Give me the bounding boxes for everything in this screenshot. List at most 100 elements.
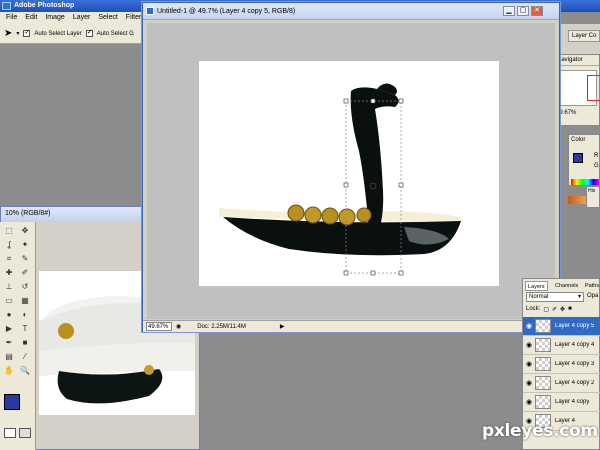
type-tool-icon[interactable]: T <box>18 323 32 335</box>
auto-select-layer-checkbox[interactable] <box>23 28 31 37</box>
menu-image[interactable]: Image <box>41 12 68 24</box>
eye-icon[interactable]: ◉ <box>523 341 535 349</box>
layer-name: Layer 4 copy 5 <box>555 323 595 329</box>
color-tab[interactable]: Color <box>569 135 599 145</box>
document-status-bar: 49.67% ◉ Doc: 2.25M/11.4M ▶ <box>143 320 559 332</box>
layers-tab[interactable]: Layers <box>525 281 548 291</box>
paths-tab[interactable]: Paths <box>583 281 600 291</box>
layer-thumbnail <box>535 338 551 352</box>
eye-icon[interactable]: ◉ <box>523 322 535 330</box>
document-titlebar[interactable]: Untitled-1 @ 49.7% (Layer 4 copy 5, RGB/… <box>143 3 559 20</box>
lock-transparent-icon[interactable]: ▢ <box>543 306 549 313</box>
zoom-tool-icon[interactable]: 🔍 <box>18 365 32 377</box>
magic-wand-tool-icon[interactable]: ✦ <box>18 239 32 251</box>
color-panel: Color R G <box>568 134 600 186</box>
pen-tool-icon[interactable]: ✒ <box>2 337 16 349</box>
layer-row[interactable]: ◉ Layer 4 copy 3 <box>523 355 600 374</box>
screen-mode-icon[interactable] <box>19 428 31 438</box>
history-tab[interactable]: His <box>587 187 599 195</box>
quick-mask-icon[interactable] <box>4 428 16 438</box>
gradient-tool-icon[interactable]: ▦ <box>18 295 32 307</box>
watermark: pxleyes.com <box>482 421 598 441</box>
history-brush-icon[interactable]: ↺ <box>18 281 32 293</box>
chevron-down-icon: ▾ <box>577 294 581 300</box>
marquee-tool-icon[interactable]: ⬚ <box>2 225 16 237</box>
layer-row[interactable]: ◉ Layer 4 copy <box>523 393 600 412</box>
color-r-label: R <box>594 153 599 159</box>
layer-row[interactable]: ◉ Layer 4 copy 4 <box>523 336 600 355</box>
lasso-tool-icon[interactable]: ʆ <box>2 239 16 251</box>
foreground-color-swatch[interactable] <box>4 394 20 410</box>
canvas[interactable] <box>199 61 499 286</box>
color-spectrum[interactable] <box>571 179 599 185</box>
document-window: Untitled-1 @ 49.7% (Layer 4 copy 5, RGB/… <box>142 2 560 332</box>
tool-preset-dropdown[interactable]: ▾ <box>16 30 19 37</box>
doc-size-info: Doc: 2.25M/11.4M <box>197 323 246 330</box>
blend-mode-select[interactable]: Normal ▾ <box>526 292 584 302</box>
zoom-field[interactable]: 49.67% <box>146 322 172 331</box>
hand-tool-icon[interactable]: ✋ <box>2 365 16 377</box>
lock-all-icon[interactable]: ■ <box>568 306 572 313</box>
path-selection-icon[interactable]: ▶ <box>2 323 16 335</box>
dodge-tool-icon[interactable]: ◐ <box>18 309 32 321</box>
navigator-zoom[interactable]: 49.67% <box>554 110 599 116</box>
healing-brush-icon[interactable]: ✚ <box>2 267 16 279</box>
auto-select-group-label: Auto Select G <box>96 30 134 37</box>
canvas-area[interactable] <box>147 23 555 319</box>
status-icon[interactable]: ◉ <box>176 323 181 330</box>
crop-tool-icon[interactable]: ⌗ <box>2 253 16 265</box>
layer-name: Layer 4 copy <box>555 399 590 405</box>
status-menu-arrow-icon[interactable]: ▶ <box>280 323 285 330</box>
auto-select-group-checkbox[interactable] <box>85 28 93 37</box>
navigator-view-box[interactable] <box>587 75 600 101</box>
eye-icon[interactable]: ◉ <box>523 379 535 387</box>
menu-file[interactable]: File <box>2 12 21 24</box>
minimize-button[interactable]: ▁ <box>503 6 515 16</box>
viking-ship-composition <box>219 83 461 276</box>
color-foreground-swatch[interactable] <box>573 153 583 163</box>
eyedropper-icon[interactable]: ⁄ <box>18 351 32 363</box>
eye-icon[interactable]: ◉ <box>523 398 535 406</box>
layer-comps-label: Layer Co <box>572 33 597 39</box>
close-button[interactable]: ✕ <box>531 6 543 16</box>
history-panel: His <box>586 186 600 208</box>
move-tool-icon[interactable]: ➤ <box>4 28 12 39</box>
lock-row: Lock: ▢ ✐ ✥ ■ <box>526 306 572 313</box>
navigator-tab[interactable]: Navigator <box>554 55 599 66</box>
channels-tab[interactable]: Channels <box>553 281 580 291</box>
right-side-gradient <box>568 196 586 204</box>
layer-row[interactable]: ◉ Layer 4 copy 5 <box>523 317 600 336</box>
menu-bar: File Edit Image Layer Select Filter <box>0 12 145 24</box>
menu-layer[interactable]: Layer <box>69 12 95 24</box>
options-bar: ➤ ▾ Auto Select Layer Auto Select G <box>0 24 145 44</box>
lock-brush-icon[interactable]: ✐ <box>552 306 557 313</box>
layer-thumbnail <box>535 319 551 333</box>
move-tool-icon[interactable]: ✥ <box>18 225 32 237</box>
layer-comps-tab[interactable]: Layer Co <box>568 30 600 42</box>
layer-row[interactable]: ◉ Layer 4 copy 2 <box>523 374 600 393</box>
maximize-button[interactable]: ▢ <box>517 6 529 16</box>
blur-tool-icon[interactable]: ● <box>2 309 16 321</box>
layer-name: Layer 4 copy 2 <box>555 380 595 386</box>
navigator-preview[interactable] <box>556 70 600 106</box>
slice-tool-icon[interactable]: ✎ <box>18 253 32 265</box>
clone-stamp-icon[interactable]: ⊥ <box>2 281 16 293</box>
document-title: Untitled-1 @ 49.7% (Layer 4 copy 5, RGB/… <box>157 8 296 15</box>
layer-thumbnail <box>535 357 551 371</box>
document-icon <box>146 7 154 15</box>
lock-move-icon[interactable]: ✥ <box>560 306 565 313</box>
blend-mode-value: Normal <box>529 294 549 300</box>
menu-select[interactable]: Select <box>94 12 121 24</box>
navigator-panel: Navigator 49.67% <box>553 54 600 126</box>
auto-select-layer-label: Auto Select Layer <box>34 30 82 37</box>
notes-tool-icon[interactable]: ▤ <box>2 351 16 363</box>
hat-document-title: 10% (RGB/8#) <box>5 210 51 217</box>
eraser-tool-icon[interactable]: ▭ <box>2 295 16 307</box>
eye-icon[interactable]: ◉ <box>523 360 535 368</box>
opacity-label: Opa <box>587 293 599 299</box>
layer-name: Layer 4 copy 4 <box>555 342 595 348</box>
brush-tool-icon[interactable]: ✐ <box>18 267 32 279</box>
shape-tool-icon[interactable]: ■ <box>18 337 32 349</box>
menu-edit[interactable]: Edit <box>21 12 41 24</box>
color-g-label: G <box>594 163 599 169</box>
